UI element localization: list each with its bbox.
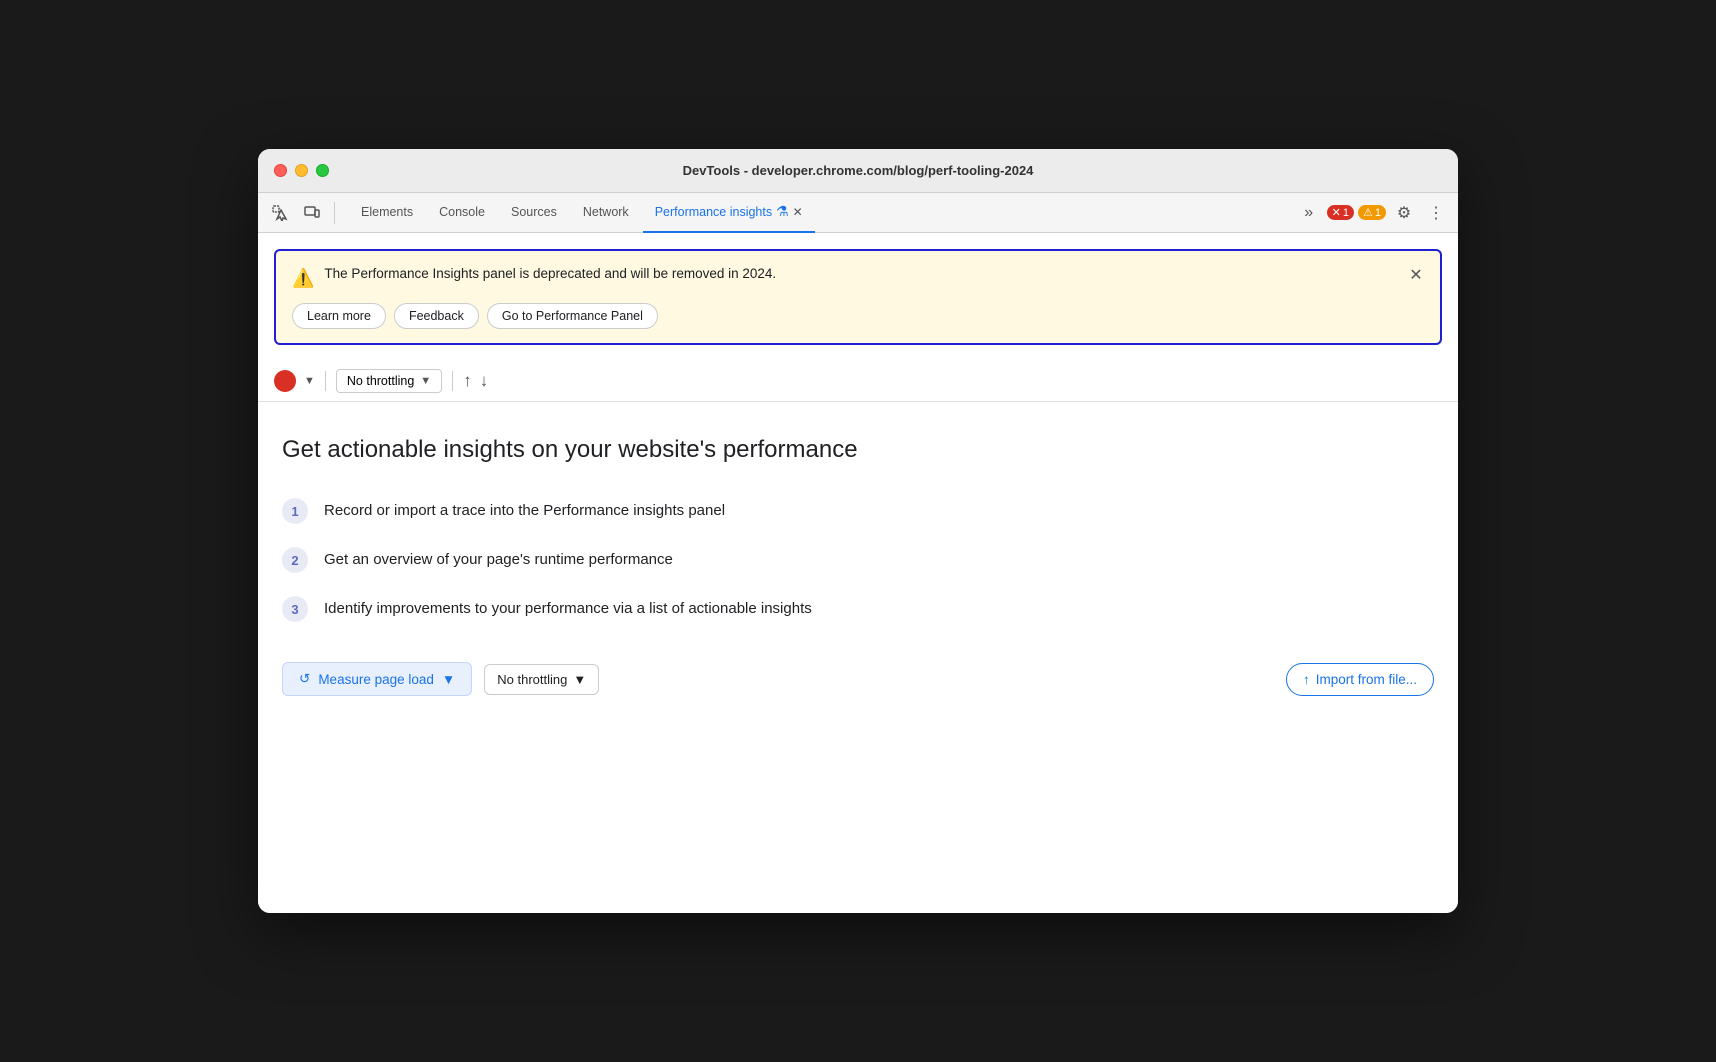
maximize-window-button[interactable] [316, 164, 329, 177]
inspect-element-icon[interactable] [266, 199, 294, 227]
refresh-icon: ↺ [299, 671, 310, 687]
import-icon: ↑ [1303, 672, 1310, 687]
import-from-file-button[interactable]: ↑ Import from file... [1286, 663, 1434, 696]
learn-more-button[interactable]: Learn more [292, 303, 386, 329]
deprecation-banner: ⚠️ The Performance Insights panel is dep… [274, 249, 1442, 345]
recording-divider-2 [452, 371, 453, 391]
upload-icon[interactable]: ↑ [463, 371, 472, 391]
settings-icon[interactable]: ⚙ [1390, 199, 1418, 227]
warning-icon: ⚠ [1363, 206, 1373, 219]
import-btn-label: Import from file... [1316, 672, 1417, 687]
throttle-bottom-select[interactable]: No throttling ▼ [484, 664, 599, 695]
bottom-actions: ↺ Measure page load ▼ No throttling ▼ ↑ … [282, 662, 1434, 696]
error-badge[interactable]: ✕ 1 [1327, 205, 1354, 220]
step-item-3: 3 Identify improvements to your performa… [282, 595, 1434, 622]
banner-close-button[interactable]: ✕ [1404, 263, 1428, 287]
error-icon: ✕ [1332, 206, 1341, 219]
minimize-window-button[interactable] [295, 164, 308, 177]
step-text-1: Record or import a trace into the Perfor… [324, 497, 725, 523]
close-window-button[interactable] [274, 164, 287, 177]
measure-dropdown-arrow[interactable]: ▼ [442, 672, 455, 687]
main-heading: Get actionable insights on your website'… [282, 434, 1434, 465]
toolbar-icons [266, 199, 339, 227]
step-item-1: 1 Record or import a trace into the Perf… [282, 497, 1434, 524]
tab-console[interactable]: Console [427, 193, 497, 233]
throttle-select[interactable]: No throttling ▼ [336, 369, 442, 393]
main-content: Get actionable insights on your website'… [258, 402, 1458, 913]
recording-toolbar: ▼ No throttling ▼ ↑ ↓ [258, 361, 1458, 402]
step-number-1: 1 [282, 498, 308, 524]
record-dropdown-arrow[interactable]: ▼ [304, 375, 315, 387]
feedback-button[interactable]: Feedback [394, 303, 479, 329]
tab-close-icon[interactable]: ✕ [793, 205, 803, 219]
step-text-2: Get an overview of your page's runtime p… [324, 546, 673, 572]
titlebar: DevTools - developer.chrome.com/blog/per… [258, 149, 1458, 193]
device-toggle-icon[interactable] [298, 199, 326, 227]
more-tabs-icon[interactable]: » [1295, 199, 1323, 227]
customize-icon[interactable]: ⋮ [1422, 199, 1450, 227]
toolbar-right: » ✕ 1 ⚠ 1 ⚙ ⋮ [1295, 199, 1450, 227]
tab-network[interactable]: Network [571, 193, 641, 233]
warning-count: 1 [1375, 207, 1381, 219]
error-count: 1 [1343, 207, 1349, 219]
banner-buttons: Learn more Feedback Go to Performance Pa… [292, 303, 1424, 329]
warning-badge[interactable]: ⚠ 1 [1358, 205, 1386, 220]
steps-list: 1 Record or import a trace into the Perf… [282, 497, 1434, 622]
banner-message: ⚠️ The Performance Insights panel is dep… [292, 265, 1424, 291]
download-icon[interactable]: ↓ [480, 371, 489, 391]
record-button[interactable] [274, 370, 296, 392]
measure-page-load-button[interactable]: ↺ Measure page load ▼ [282, 662, 472, 696]
throttle-bottom-label: No throttling [497, 672, 567, 687]
tab-performance-insights[interactable]: Performance insights ⚗ ✕ [643, 193, 815, 233]
toolbar-divider [334, 202, 335, 224]
devtools-window: DevTools - developer.chrome.com/blog/per… [258, 149, 1458, 913]
devtools-toolbar: Elements Console Sources Network Perform… [258, 193, 1458, 233]
traffic-lights [274, 164, 329, 177]
tab-sources[interactable]: Sources [499, 193, 569, 233]
measure-btn-label: Measure page load [318, 672, 434, 687]
tab-elements[interactable]: Elements [349, 193, 425, 233]
throttle-dropdown-arrow: ▼ [420, 375, 431, 387]
go-to-performance-panel-button[interactable]: Go to Performance Panel [487, 303, 658, 329]
step-item-2: 2 Get an overview of your page's runtime… [282, 546, 1434, 573]
step-number-2: 2 [282, 547, 308, 573]
devtools-body: ⚠️ The Performance Insights panel is dep… [258, 233, 1458, 913]
recording-divider [325, 371, 326, 391]
step-text-3: Identify improvements to your performanc… [324, 595, 812, 621]
banner-text: The Performance Insights panel is deprec… [324, 265, 776, 284]
performance-insights-icon: ⚗ [776, 203, 789, 220]
throttle-label: No throttling [347, 374, 414, 388]
throttle-bottom-arrow: ▼ [573, 672, 586, 687]
window-title: DevTools - developer.chrome.com/blog/per… [683, 163, 1034, 178]
step-number-3: 3 [282, 596, 308, 622]
banner-warning-icon: ⚠️ [292, 266, 314, 291]
